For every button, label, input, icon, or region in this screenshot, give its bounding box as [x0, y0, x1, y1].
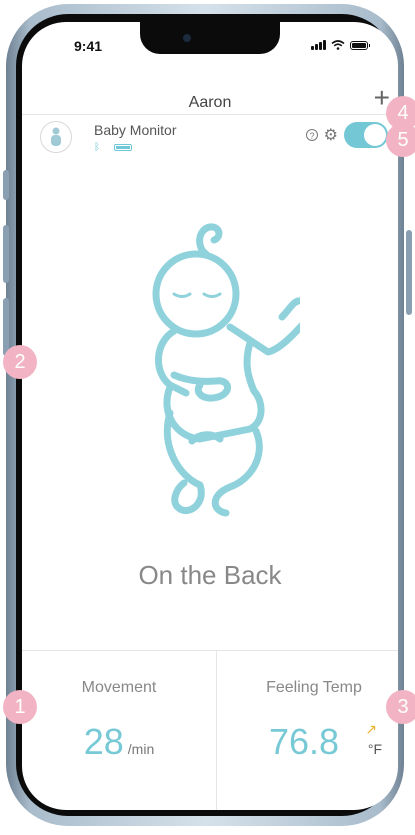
- side-button-power: [406, 230, 412, 315]
- movement-label: Movement: [81, 679, 157, 696]
- gear-icon[interactable]: ⚙: [324, 125, 338, 145]
- temp-label: Feeling Temp: [266, 679, 362, 696]
- callout-badge-2: 2: [3, 345, 37, 379]
- sleep-position-label: On the Back: [138, 560, 282, 590]
- side-button-volume-down: [3, 298, 9, 356]
- device-avatar-icon[interactable]: [40, 121, 72, 153]
- movement-unit: /min: [127, 741, 155, 757]
- callout-badge-1: 1: [3, 690, 37, 724]
- notch: [140, 22, 280, 54]
- movement-stat[interactable]: Movement 28/min: [22, 651, 216, 810]
- side-button-volume-up: [3, 225, 9, 283]
- help-icon[interactable]: ?: [306, 129, 318, 141]
- device-name: Baby Monitor: [94, 122, 177, 138]
- page-title: Aaron: [188, 94, 232, 111]
- monitor-toggle[interactable]: [344, 122, 388, 148]
- status-icons: [311, 40, 370, 50]
- side-button-mute: [3, 170, 9, 200]
- device-row: Baby Monitor ᛒ ? ⚙: [22, 115, 398, 161]
- temp-unit: °F: [367, 741, 382, 757]
- callout-badge-5: 5: [386, 123, 415, 157]
- app-header: Aaron +: [22, 72, 398, 115]
- baby-on-back-illustration: [152, 223, 300, 517]
- trend-up-icon: ↗: [365, 721, 377, 737]
- toggle-knob: [364, 124, 386, 146]
- baby-monitor-icon: [51, 127, 61, 146]
- wifi-icon: [331, 40, 345, 50]
- movement-value-row: 28/min: [22, 721, 216, 763]
- movement-value: 28: [83, 721, 124, 762]
- device-battery-icon: [114, 144, 132, 151]
- status-time: 9:41: [74, 38, 103, 54]
- callout-badge-3: 3: [386, 690, 415, 724]
- stats-panel: Movement 28/min Feeling Temp 76.8 ↗ °F: [22, 650, 398, 810]
- signal-icon: [311, 40, 326, 50]
- battery-icon: [350, 40, 370, 50]
- app-screen: 9:41 Aaron + Baby Monitor ᛒ ? ⚙ On the B…: [22, 22, 398, 810]
- bluetooth-icon: ᛒ: [94, 142, 100, 153]
- camera-icon: [183, 34, 191, 42]
- feeling-temp-stat[interactable]: Feeling Temp 76.8 ↗ °F: [217, 651, 398, 810]
